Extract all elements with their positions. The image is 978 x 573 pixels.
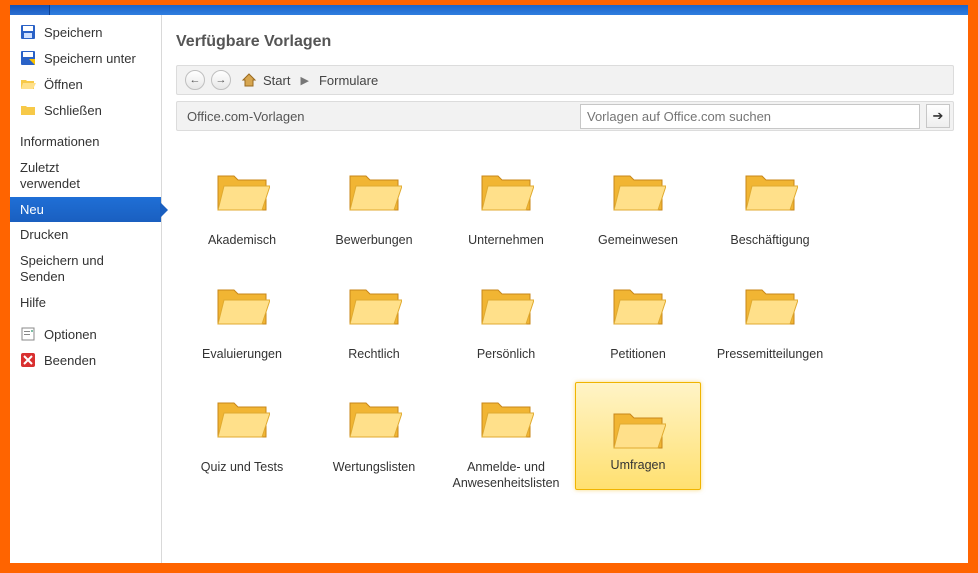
sidebar-item-close[interactable]: Schließen — [10, 97, 161, 123]
sidebar-item-label: Zuletzt verwendet — [20, 160, 80, 191]
sidebar-item-recent[interactable]: Zuletzt verwendet — [10, 154, 161, 197]
template-label: Persönlich — [442, 347, 570, 363]
template-item[interactable]: Wertungslisten — [308, 376, 440, 506]
home-icon[interactable] — [241, 72, 257, 88]
folder-icon — [446, 155, 566, 227]
sidebar-item-label: Speichern und Senden — [20, 253, 104, 284]
template-label: Wertungslisten — [310, 460, 438, 476]
folder-icon — [446, 269, 566, 341]
sidebar-item-exit[interactable]: Beenden — [10, 347, 161, 373]
template-label: Bewerbungen — [310, 233, 438, 249]
template-item[interactable]: Rechtlich — [308, 263, 440, 377]
folder-icon — [20, 102, 36, 118]
page-title: Verfügbare Vorlagen — [176, 33, 954, 51]
template-label: Beschäftigung — [706, 233, 834, 249]
breadcrumb-bar: ← → Start ▶ Formulare — [176, 65, 954, 95]
template-label: Quiz und Tests — [178, 460, 306, 476]
template-item[interactable]: Pressemitteilungen — [704, 263, 836, 377]
template-item[interactable]: Umfragen — [572, 376, 704, 506]
sidebar-item-open[interactable]: Öffnen — [10, 71, 161, 97]
sidebar-item-label: Speichern unter — [44, 51, 136, 66]
sidebar-item-label: Informationen — [20, 134, 100, 149]
saveas-icon — [20, 50, 36, 66]
sidebar-item-help[interactable]: Hilfe — [10, 290, 161, 315]
chevron-right-icon: ▶ — [296, 74, 312, 87]
template-label: Rechtlich — [310, 347, 438, 363]
office-search-bar: Office.com-Vorlagen ➔ — [176, 101, 954, 131]
sidebar-item-new[interactable]: Neu — [10, 197, 161, 222]
template-label: Unternehmen — [442, 233, 570, 249]
sidebar-item-label: Öffnen — [44, 77, 83, 92]
folder-icon — [182, 269, 302, 341]
backstage-sidebar: Speichern Speichern unter Öffnen Schließ… — [10, 15, 162, 563]
template-item[interactable]: Unternehmen — [440, 149, 572, 263]
sidebar-item-save[interactable]: Speichern — [10, 19, 161, 45]
folder-icon — [182, 155, 302, 227]
template-label: Gemeinwesen — [574, 233, 702, 249]
template-item[interactable]: Persönlich — [440, 263, 572, 377]
folder-open-icon — [20, 76, 36, 92]
template-item[interactable]: Gemeinwesen — [572, 149, 704, 263]
template-item[interactable]: Bewerbungen — [308, 149, 440, 263]
sidebar-item-save-send[interactable]: Speichern und Senden — [10, 247, 161, 290]
folder-icon — [182, 382, 302, 454]
folder-icon — [314, 269, 434, 341]
folder-icon: Umfragen — [575, 382, 701, 490]
sidebar-item-label: Optionen — [44, 327, 97, 342]
folder-icon — [314, 382, 434, 454]
sidebar-item-label: Neu — [20, 202, 44, 217]
folder-icon — [446, 382, 566, 454]
sidebar-item-label: Beenden — [44, 353, 96, 368]
save-icon — [20, 24, 36, 40]
folder-icon — [578, 269, 698, 341]
ribbon-tab-file[interactable] — [10, 5, 50, 15]
sidebar-item-label: Speichern — [44, 25, 103, 40]
sidebar-item-label: Hilfe — [20, 295, 46, 310]
sidebar-item-label: Schließen — [44, 103, 102, 118]
folder-icon — [578, 155, 698, 227]
title-bar — [10, 5, 968, 15]
options-icon — [20, 326, 36, 342]
search-input[interactable] — [580, 104, 920, 129]
sidebar-item-info[interactable]: Informationen — [10, 129, 161, 154]
nav-back-button[interactable]: ← — [185, 70, 205, 90]
template-item[interactable]: Akademisch — [176, 149, 308, 263]
template-label: Umfragen — [611, 458, 666, 474]
sidebar-item-print[interactable]: Drucken — [10, 222, 161, 247]
app-window: Speichern Speichern unter Öffnen Schließ… — [10, 5, 968, 563]
folder-icon — [710, 155, 830, 227]
exit-icon — [20, 352, 36, 368]
template-item[interactable]: Evaluierungen — [176, 263, 308, 377]
breadcrumb-current[interactable]: Formulare — [319, 73, 378, 88]
template-label: Petitionen — [574, 347, 702, 363]
template-item[interactable]: Quiz und Tests — [176, 376, 308, 506]
template-label: Akademisch — [178, 233, 306, 249]
main-panel: Verfügbare Vorlagen ← → Start ▶ Formular… — [162, 15, 968, 563]
template-label: Pressemitteilungen — [706, 347, 834, 363]
sidebar-item-saveas[interactable]: Speichern unter — [10, 45, 161, 71]
search-go-button[interactable]: ➔ — [926, 104, 950, 128]
template-label: Anmelde- und Anwesenheitslisten — [442, 460, 570, 491]
sidebar-item-label: Drucken — [20, 227, 68, 242]
breadcrumb-root[interactable]: Start — [263, 73, 290, 88]
search-label: Office.com-Vorlagen — [177, 104, 315, 129]
template-item[interactable]: Petitionen — [572, 263, 704, 377]
template-grid: AkademischBewerbungenUnternehmenGemeinwe… — [176, 149, 954, 506]
template-item[interactable]: Beschäftigung — [704, 149, 836, 263]
template-label: Evaluierungen — [178, 347, 306, 363]
sidebar-item-options[interactable]: Optionen — [10, 321, 161, 347]
folder-icon — [710, 269, 830, 341]
folder-icon — [314, 155, 434, 227]
nav-forward-button[interactable]: → — [211, 70, 231, 90]
template-item[interactable]: Anmelde- und Anwesenheitslisten — [440, 376, 572, 506]
